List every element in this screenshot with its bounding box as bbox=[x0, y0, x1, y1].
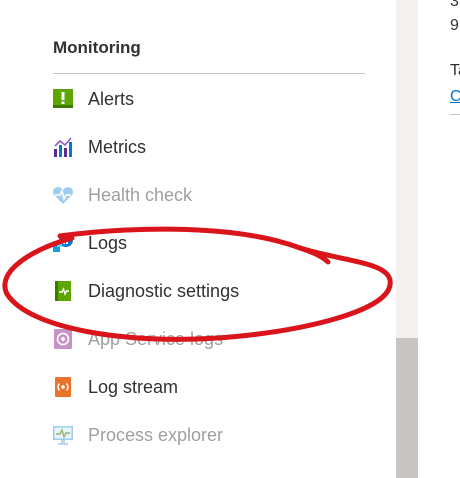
menu-panel: Monitoring Alerts Metrics Health check L… bbox=[22, 0, 396, 478]
section-divider bbox=[53, 73, 365, 74]
content-text-partial: 9 bbox=[450, 17, 459, 34]
menu-item-logs[interactable]: Logs bbox=[50, 226, 370, 260]
content-pane: 3 9 Ta C bbox=[418, 0, 460, 478]
content-text-partial: Ta bbox=[450, 62, 460, 79]
content-divider bbox=[450, 114, 460, 115]
menu-item-label: App Service logs bbox=[88, 328, 224, 349]
menu-item-label: Alerts bbox=[88, 88, 135, 109]
menu-item-metrics[interactable]: Metrics bbox=[50, 130, 370, 164]
content-text-partial: 3 bbox=[450, 0, 459, 10]
menu-item-label: Logs bbox=[88, 232, 128, 253]
diagnostic-settings-icon bbox=[52, 280, 74, 302]
health-check-icon bbox=[52, 184, 74, 206]
process-explorer-icon bbox=[52, 424, 74, 446]
menu-item-log-stream[interactable]: Log stream bbox=[50, 370, 370, 404]
alert-icon bbox=[52, 88, 74, 110]
menu-item-label: Log stream bbox=[88, 376, 179, 397]
menu-item-label: Diagnostic settings bbox=[88, 280, 240, 301]
scrollbar[interactable] bbox=[396, 0, 418, 478]
menu-item-alerts[interactable]: Alerts bbox=[50, 82, 370, 116]
metrics-icon bbox=[52, 136, 74, 158]
content-link-partial[interactable]: C bbox=[450, 88, 460, 106]
menu-item-label: Metrics bbox=[88, 136, 146, 157]
menu-item-label: Health check bbox=[88, 184, 193, 205]
section-title-monitoring: Monitoring bbox=[53, 38, 141, 57]
log-stream-icon bbox=[52, 376, 74, 398]
left-edge bbox=[0, 0, 23, 478]
menu-item-health-check[interactable]: Health check bbox=[50, 178, 370, 212]
menu-item-diagnostic-settings[interactable]: Diagnostic settings bbox=[50, 274, 370, 308]
menu-item-label: Process explorer bbox=[88, 424, 224, 445]
menu-item-process-explorer[interactable]: Process explorer bbox=[50, 418, 370, 452]
scrollbar-thumb[interactable] bbox=[396, 338, 418, 478]
app-service-logs-icon bbox=[52, 328, 74, 350]
menu-item-app-service-logs[interactable]: App Service logs bbox=[50, 322, 370, 356]
logs-icon bbox=[52, 232, 74, 254]
